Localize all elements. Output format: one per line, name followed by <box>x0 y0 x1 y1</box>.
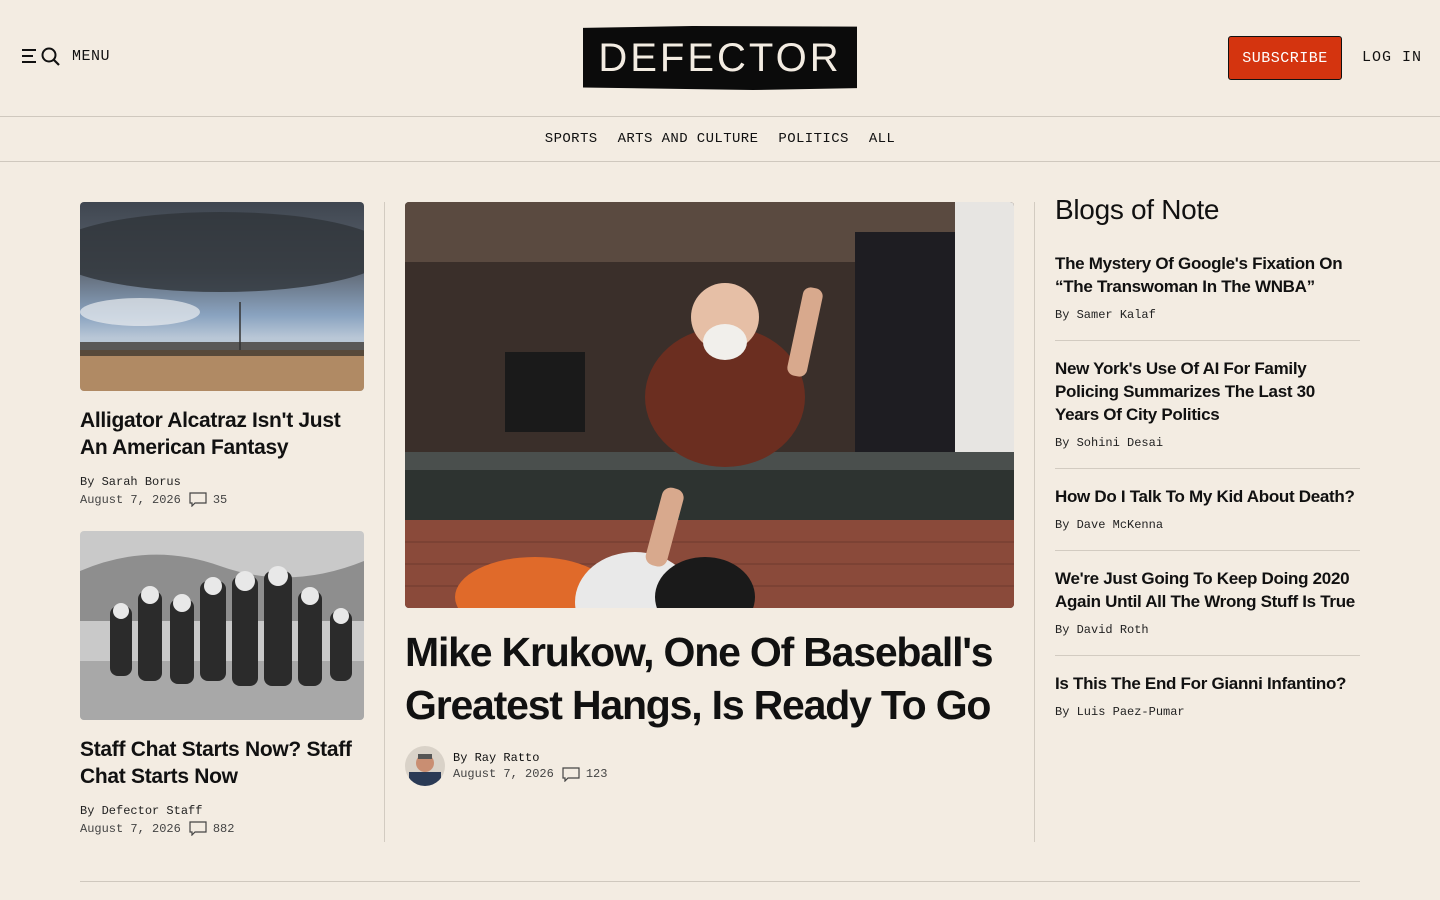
article-image[interactable] <box>80 531 364 720</box>
blog-title[interactable]: New York's Use Of AI For Family Policing… <box>1055 357 1360 426</box>
nav-item-all[interactable]: ALL <box>869 131 895 147</box>
article-meta: August 7, 2026 35 <box>80 492 364 507</box>
comment-icon <box>189 821 207 836</box>
author-link[interactable]: Luis Paez-Pumar <box>1077 705 1185 719</box>
article-meta: August 7, 2026 882 <box>80 821 364 836</box>
publish-date: August 7, 2026 <box>80 492 181 507</box>
blogs-of-note: Blogs of Note The Mystery Of Google's Fi… <box>1055 194 1360 737</box>
author-avatar[interactable] <box>405 746 445 786</box>
featured-article: Mike Krukow, One Of Baseball's Greatest … <box>405 202 1014 786</box>
author-link[interactable]: Ray Ratto <box>475 751 540 765</box>
nav-item-arts-and-culture[interactable]: ARTS AND CULTURE <box>618 131 759 147</box>
byline: By Ray Ratto <box>453 751 607 765</box>
featured-title[interactable]: Mike Krukow, One Of Baseball's Greatest … <box>405 626 1014 732</box>
byline: By David Roth <box>1055 623 1360 637</box>
comment-icon <box>189 492 207 507</box>
publish-date: August 7, 2026 <box>453 767 554 781</box>
author-link[interactable]: Samer Kalaf <box>1077 308 1156 322</box>
menu-button[interactable]: MENU <box>22 46 110 66</box>
column-divider <box>384 202 385 842</box>
blog-title[interactable]: Is This The End For Gianni Infantino? <box>1055 672 1360 695</box>
login-link[interactable]: LOG IN <box>1362 49 1422 66</box>
menu-label: MENU <box>72 47 111 65</box>
byline: By Samer Kalaf <box>1055 308 1360 322</box>
author-link[interactable]: Dave McKenna <box>1077 518 1163 532</box>
logo-text: DEFECTOR <box>598 35 842 80</box>
subscribe-button[interactable]: SUBSCRIBE <box>1228 36 1342 80</box>
nav-item-sports[interactable]: SPORTS <box>545 131 598 147</box>
author-link[interactable]: Defector Staff <box>102 804 203 818</box>
blog-item: How Do I Talk To My Kid About Death? By … <box>1055 469 1360 551</box>
by-prefix: By <box>80 475 95 489</box>
blog-title[interactable]: The Mystery Of Google's Fixation On “The… <box>1055 252 1360 298</box>
byline: By Sarah Borus <box>80 475 364 489</box>
blog-item: We're Just Going To Keep Doing 2020 Agai… <box>1055 551 1360 656</box>
comment-link[interactable]: 35 <box>189 492 227 507</box>
section-divider <box>80 881 1360 882</box>
article-meta: August 7, 2026 123 <box>453 766 608 782</box>
comment-icon <box>562 766 580 782</box>
by-prefix: By <box>1055 705 1070 719</box>
author-link[interactable]: Sarah Borus <box>102 475 181 489</box>
comment-link[interactable]: 882 <box>189 821 235 836</box>
featured-image[interactable] <box>405 202 1014 608</box>
by-prefix: By <box>80 804 95 818</box>
byline: By Sohini Desai <box>1055 436 1360 450</box>
author-link[interactable]: Sohini Desai <box>1077 436 1163 450</box>
comment-count: 35 <box>212 492 228 507</box>
blog-item: New York's Use Of AI For Family Policing… <box>1055 341 1360 469</box>
publish-date: August 7, 2026 <box>80 821 181 836</box>
blog-item: The Mystery Of Google's Fixation On “The… <box>1055 236 1360 341</box>
by-prefix: By <box>453 750 468 765</box>
site-logo[interactable]: DEFECTOR <box>583 26 857 90</box>
article-card: Alligator Alcatraz Isn't Just An America… <box>80 202 364 507</box>
comment-count: 123 <box>585 767 608 781</box>
article-card: Staff Chat Starts Now? Staff Chat Starts… <box>80 531 364 836</box>
byline: By Luis Paez-Pumar <box>1055 705 1360 719</box>
featured-meta-text: By Ray Ratto August 7, 2026 123 <box>453 751 607 782</box>
by-prefix: By <box>1055 623 1070 637</box>
section-nav: SPORTS ARTS AND CULTURE POLITICS ALL <box>0 116 1440 162</box>
site-header: MENU DEFECTOR SUBSCRIBE LOG IN <box>0 0 1440 116</box>
nav-item-politics[interactable]: POLITICS <box>778 131 848 147</box>
article-image[interactable] <box>80 202 364 391</box>
article-title[interactable]: Staff Chat Starts Now? Staff Chat Starts… <box>80 736 364 790</box>
blog-title[interactable]: How Do I Talk To My Kid About Death? <box>1055 485 1360 508</box>
sidebar-heading: Blogs of Note <box>1055 194 1220 225</box>
by-prefix: By <box>1055 308 1070 322</box>
byline: By Defector Staff <box>80 804 364 818</box>
article-title[interactable]: Alligator Alcatraz Isn't Just An America… <box>80 407 364 461</box>
comment-count: 882 <box>212 821 235 836</box>
author-link[interactable]: David Roth <box>1077 623 1149 637</box>
column-divider <box>1034 202 1035 842</box>
by-prefix: By <box>1055 436 1070 450</box>
featured-meta: By Ray Ratto August 7, 2026 123 <box>405 746 1014 786</box>
blog-title[interactable]: We're Just Going To Keep Doing 2020 Agai… <box>1055 567 1360 613</box>
menu-search-icon <box>22 47 60 66</box>
byline: By Dave McKenna <box>1055 518 1360 532</box>
blog-item: Is This The End For Gianni Infantino? By… <box>1055 656 1360 737</box>
by-prefix: By <box>1055 518 1070 532</box>
comment-link[interactable]: 123 <box>562 766 608 782</box>
